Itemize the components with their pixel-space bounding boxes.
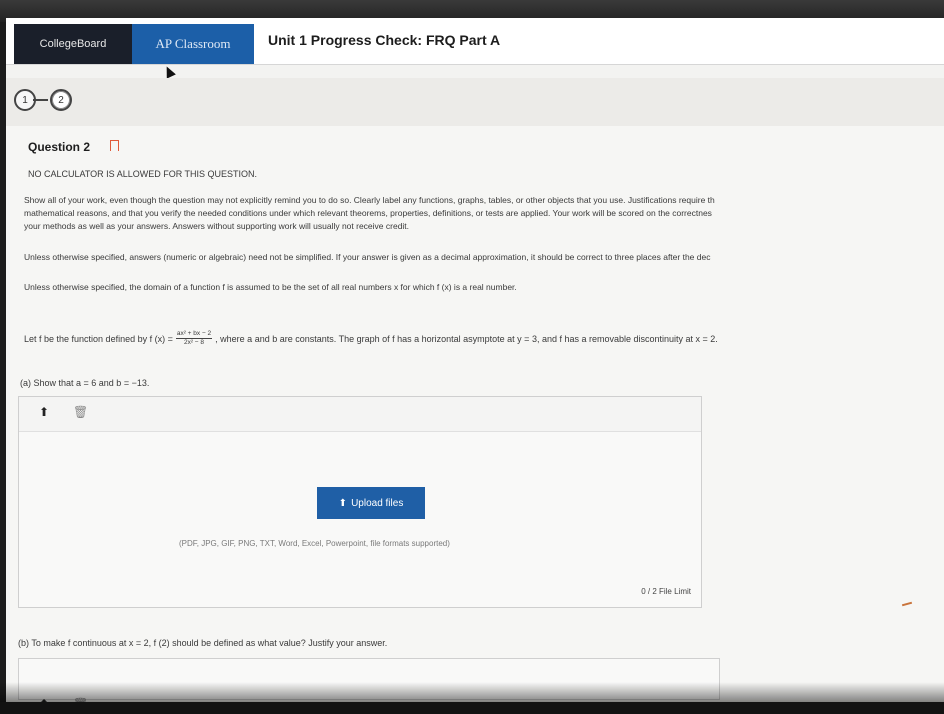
question-connector [33,99,48,101]
app-name: AP Classroom [155,36,231,51]
simplify-note: Unless otherwise specified, answers (num… [24,252,711,262]
calculator-notice: NO CALCULATOR IS ALLOWED FOR THIS QUESTI… [28,169,258,179]
fraction-denominator: 2x² − 8 [183,339,205,346]
upload-button-label: Upload files [351,497,404,509]
app-header: CollegeBoard AP Classroom Unit 1 Progres… [6,18,944,65]
part-a-upload-panel: ⬆ 🗑 ⬆ Upload files (PDF, JPG, GIF, PNG, … [18,396,702,608]
question-heading: Question 2 [28,140,91,154]
question-2-button[interactable]: 2 [50,89,72,111]
fraction-numerator: ax² + bx − 2 [175,330,213,339]
collegeboard-logo[interactable]: CollegeBoard [14,24,132,64]
upload-toolbar: ⬆ 🗑 [19,397,701,432]
question-2-label: 2 [58,94,64,106]
browser-viewport: CollegeBoard AP Classroom Unit 1 Progres… [6,18,944,708]
mouse-cursor-icon [162,64,176,79]
supported-formats-note: (PDF, JPG, GIF, PNG, TXT, Word, Excel, P… [179,539,450,548]
instructions-line-3: your methods as well as your answers. An… [24,221,410,231]
question-1-label: 1 [22,94,28,106]
upload-arrow-icon: ⬆ [338,497,348,509]
domain-note: Unless otherwise specified, the domain o… [24,282,517,292]
page-title: Unit 1 Progress Check: FRQ Part A [268,32,501,48]
logo-text: CollegeBoard [39,38,107,50]
ap-classroom-link[interactable]: AP Classroom [132,24,254,64]
question-navigation [6,78,944,127]
fraction: ax² + bx − 2 2x² − 8 [175,330,213,347]
prompt-suffix: , where a and b are constants. The graph… [215,333,718,344]
function-definition: Let f be the function defined by f (x) =… [24,330,718,347]
part-b-prompt: (b) To make f continuous at x = 2, f (2)… [18,638,388,648]
prompt-prefix: Let f be the function defined by f (x) = [24,333,173,344]
bookmark-icon[interactable] [110,140,119,151]
monitor-bottom-bezel [0,702,944,714]
instructions-line-1: Show all of your work, even though the q… [24,195,715,205]
instructions-line-2: mathematical reasons, and that you verif… [24,208,712,218]
upload-arrow-icon[interactable]: ⬆ [39,405,49,419]
trash-icon[interactable]: 🗑 [73,405,88,419]
upload-files-button[interactable]: ⬆ Upload files [317,487,425,519]
file-limit-counter: 0 / 2 File Limit [641,587,691,596]
part-a-prompt: (a) Show that a = 6 and b = −13. [20,378,150,388]
